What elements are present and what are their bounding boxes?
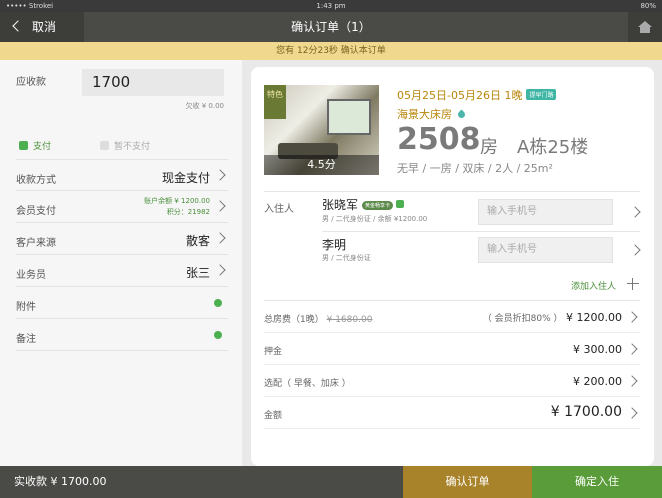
guest-name-1: 张晓军 黄金畅享卡 bbox=[322, 196, 405, 213]
chevron-right-icon bbox=[626, 407, 638, 419]
pay-option-label: 支付 bbox=[33, 142, 52, 152]
room-fee-original: ¥ 1680.00 bbox=[326, 315, 373, 325]
plus-icon[interactable] bbox=[627, 278, 639, 290]
chevron-right-icon bbox=[214, 200, 226, 212]
nights-count: 1晚 bbox=[504, 89, 523, 102]
guests-label: 入住人 bbox=[264, 204, 294, 215]
paid-amount: 实收款 ¥ 1700.00 bbox=[14, 475, 107, 488]
room-type-label: 海景大床房 bbox=[397, 108, 452, 121]
attachment-label: 附件 bbox=[16, 302, 36, 313]
vip-badge: 黄金畅享卡 bbox=[362, 201, 394, 210]
member-points: 积分：21982 bbox=[166, 208, 210, 216]
chevron-right-icon bbox=[626, 343, 638, 355]
payment-panel: 应收款 1700 欠收 ¥ 0.00 支付 暂不支付 收款方式 现金支付 会员支… bbox=[0, 60, 242, 466]
add-guest-button[interactable]: 添加入住人 bbox=[571, 279, 616, 292]
chevron-right-icon bbox=[214, 232, 226, 244]
water-drop-icon bbox=[456, 109, 467, 120]
room-photo[interactable]: 特色 4.5分 bbox=[264, 85, 379, 175]
phone-input-1[interactable]: 输入手机号 bbox=[478, 199, 613, 225]
status-dot-icon bbox=[214, 331, 222, 339]
extras-row[interactable]: 选配（ 早餐、加床 ） ¥ 200.00 bbox=[264, 365, 640, 397]
room-number: 2508 bbox=[397, 122, 481, 157]
confirm-order-button[interactable]: 确认订单 bbox=[403, 466, 532, 498]
clock: 1:43 pm bbox=[316, 2, 346, 10]
chevron-right-icon bbox=[626, 375, 638, 387]
phone-input-2[interactable]: 输入手机号 bbox=[478, 237, 613, 263]
order-card: 特色 4.5分 05月25日-05月26日 1晚 提早门路 海景大床房 2508 … bbox=[251, 67, 654, 466]
room-badge: 提早门路 bbox=[526, 89, 557, 100]
chevron-right-icon bbox=[629, 206, 641, 218]
room-score: 4.5分 bbox=[264, 155, 379, 175]
member-balance: 账户余额 ¥ 1200.00 bbox=[144, 197, 210, 205]
nopay-option[interactable]: 暂不支付 bbox=[100, 139, 150, 152]
source-value: 散客 bbox=[185, 234, 210, 248]
staff-row[interactable]: 业务员 张三 bbox=[16, 255, 228, 287]
total-label: 金额 bbox=[264, 411, 283, 421]
feature-tag: 特色 bbox=[264, 85, 286, 119]
chevron-right-icon bbox=[214, 264, 226, 276]
checkbox-unchecked-icon bbox=[100, 141, 109, 150]
person-icon bbox=[396, 200, 405, 208]
guest-name-2: 李明 bbox=[322, 238, 347, 252]
total-value: ¥ 1700.00 bbox=[550, 404, 622, 420]
home-button[interactable] bbox=[628, 12, 662, 42]
member-pay-label: 会员支付 bbox=[16, 206, 56, 217]
staff-value: 张三 bbox=[185, 266, 210, 280]
extras-value: ¥ 200.00 bbox=[573, 375, 622, 388]
checkbox-checked-icon bbox=[19, 141, 28, 150]
note-label: 备注 bbox=[16, 334, 36, 345]
staff-label: 业务员 bbox=[16, 270, 46, 281]
source-label: 客户来源 bbox=[16, 238, 56, 249]
deposit-row[interactable]: 押金 ¥ 300.00 bbox=[264, 333, 640, 365]
stay-dates: 05月25日-05月26日 1晚 提早门路 bbox=[397, 87, 557, 103]
member-pay-row[interactable]: 会员支付 账户余额 ¥ 1200.00 积分：21982 bbox=[16, 191, 228, 223]
receivable-input[interactable]: 1700 bbox=[82, 69, 224, 96]
room-fee-amount: （ 会员折扣80% ） ¥ 1200.00 bbox=[483, 311, 622, 324]
room-fee-value: ¥ 1200.00 bbox=[566, 311, 622, 324]
pay-method-value: 现金支付 bbox=[161, 171, 210, 185]
chevron-right-icon bbox=[629, 244, 641, 256]
pay-option[interactable]: 支付 bbox=[19, 139, 51, 152]
date-range: 05月25日-05月26日 bbox=[397, 89, 501, 102]
divider bbox=[264, 191, 640, 192]
window-shape bbox=[327, 99, 371, 135]
guest-info-2: 男 / 二代身份证 bbox=[322, 254, 371, 262]
chevron-right-icon bbox=[214, 169, 226, 181]
pay-method-label: 收款方式 bbox=[16, 175, 56, 186]
room-fee-text: 总房费（1晚） ¥ 1680.00 bbox=[264, 312, 372, 325]
room-fee-label: 总房费（1晚） bbox=[264, 315, 324, 325]
bottom-bar: 实收款 ¥ 1700.00 确认订单 确定入住 bbox=[0, 466, 662, 498]
room-fee-discount: （ 会员折扣80% ） bbox=[482, 314, 563, 324]
source-row[interactable]: 客户来源 散客 bbox=[16, 223, 228, 255]
home-icon bbox=[638, 21, 652, 33]
checkin-button[interactable]: 确定入住 bbox=[532, 466, 662, 498]
receivable-label: 应收款 bbox=[16, 77, 46, 88]
room-suffix: 房 bbox=[480, 137, 498, 158]
deposit-label: 押金 bbox=[264, 347, 283, 357]
status-dot-icon bbox=[214, 299, 222, 307]
pay-method-row[interactable]: 收款方式 现金支付 bbox=[16, 159, 228, 191]
page-title: 确认订单（1） bbox=[291, 20, 371, 34]
chevron-right-icon bbox=[626, 311, 638, 323]
countdown-banner: 您有 12分23秒 确认本订单 bbox=[0, 42, 662, 60]
note-row[interactable]: 备注 bbox=[16, 319, 228, 351]
divider bbox=[322, 231, 640, 232]
status-bar: ••••• Strokei 1:43 pm 80% bbox=[0, 0, 662, 12]
building-floor: A栋25楼 bbox=[517, 137, 589, 158]
room-type: 海景大床房 bbox=[397, 106, 467, 122]
attachment-row[interactable]: 附件 bbox=[16, 287, 228, 319]
extras-label: 选配（ 早餐、加床 ） bbox=[264, 379, 351, 389]
total-row[interactable]: 金额 ¥ 1700.00 bbox=[264, 397, 640, 429]
owed-amount: 欠收 ¥ 0.00 bbox=[185, 102, 225, 110]
guest-info-1: 男 / 二代身份证 / 余额 ¥1200.00 bbox=[322, 215, 428, 223]
battery-label: 80% bbox=[640, 2, 656, 10]
nopay-option-label: 暂不支付 bbox=[114, 142, 151, 152]
deposit-value: ¥ 300.00 bbox=[573, 343, 622, 356]
room-fee-row[interactable]: 总房费（1晚） ¥ 1680.00 （ 会员折扣80% ） ¥ 1200.00 bbox=[264, 301, 640, 333]
room-specs: 无早 / 一房 / 双床 / 2人 / 25m² bbox=[397, 162, 553, 175]
guest-name: 张晓军 bbox=[322, 198, 359, 212]
nav-bar: 取消 确认订单（1） bbox=[0, 12, 662, 42]
